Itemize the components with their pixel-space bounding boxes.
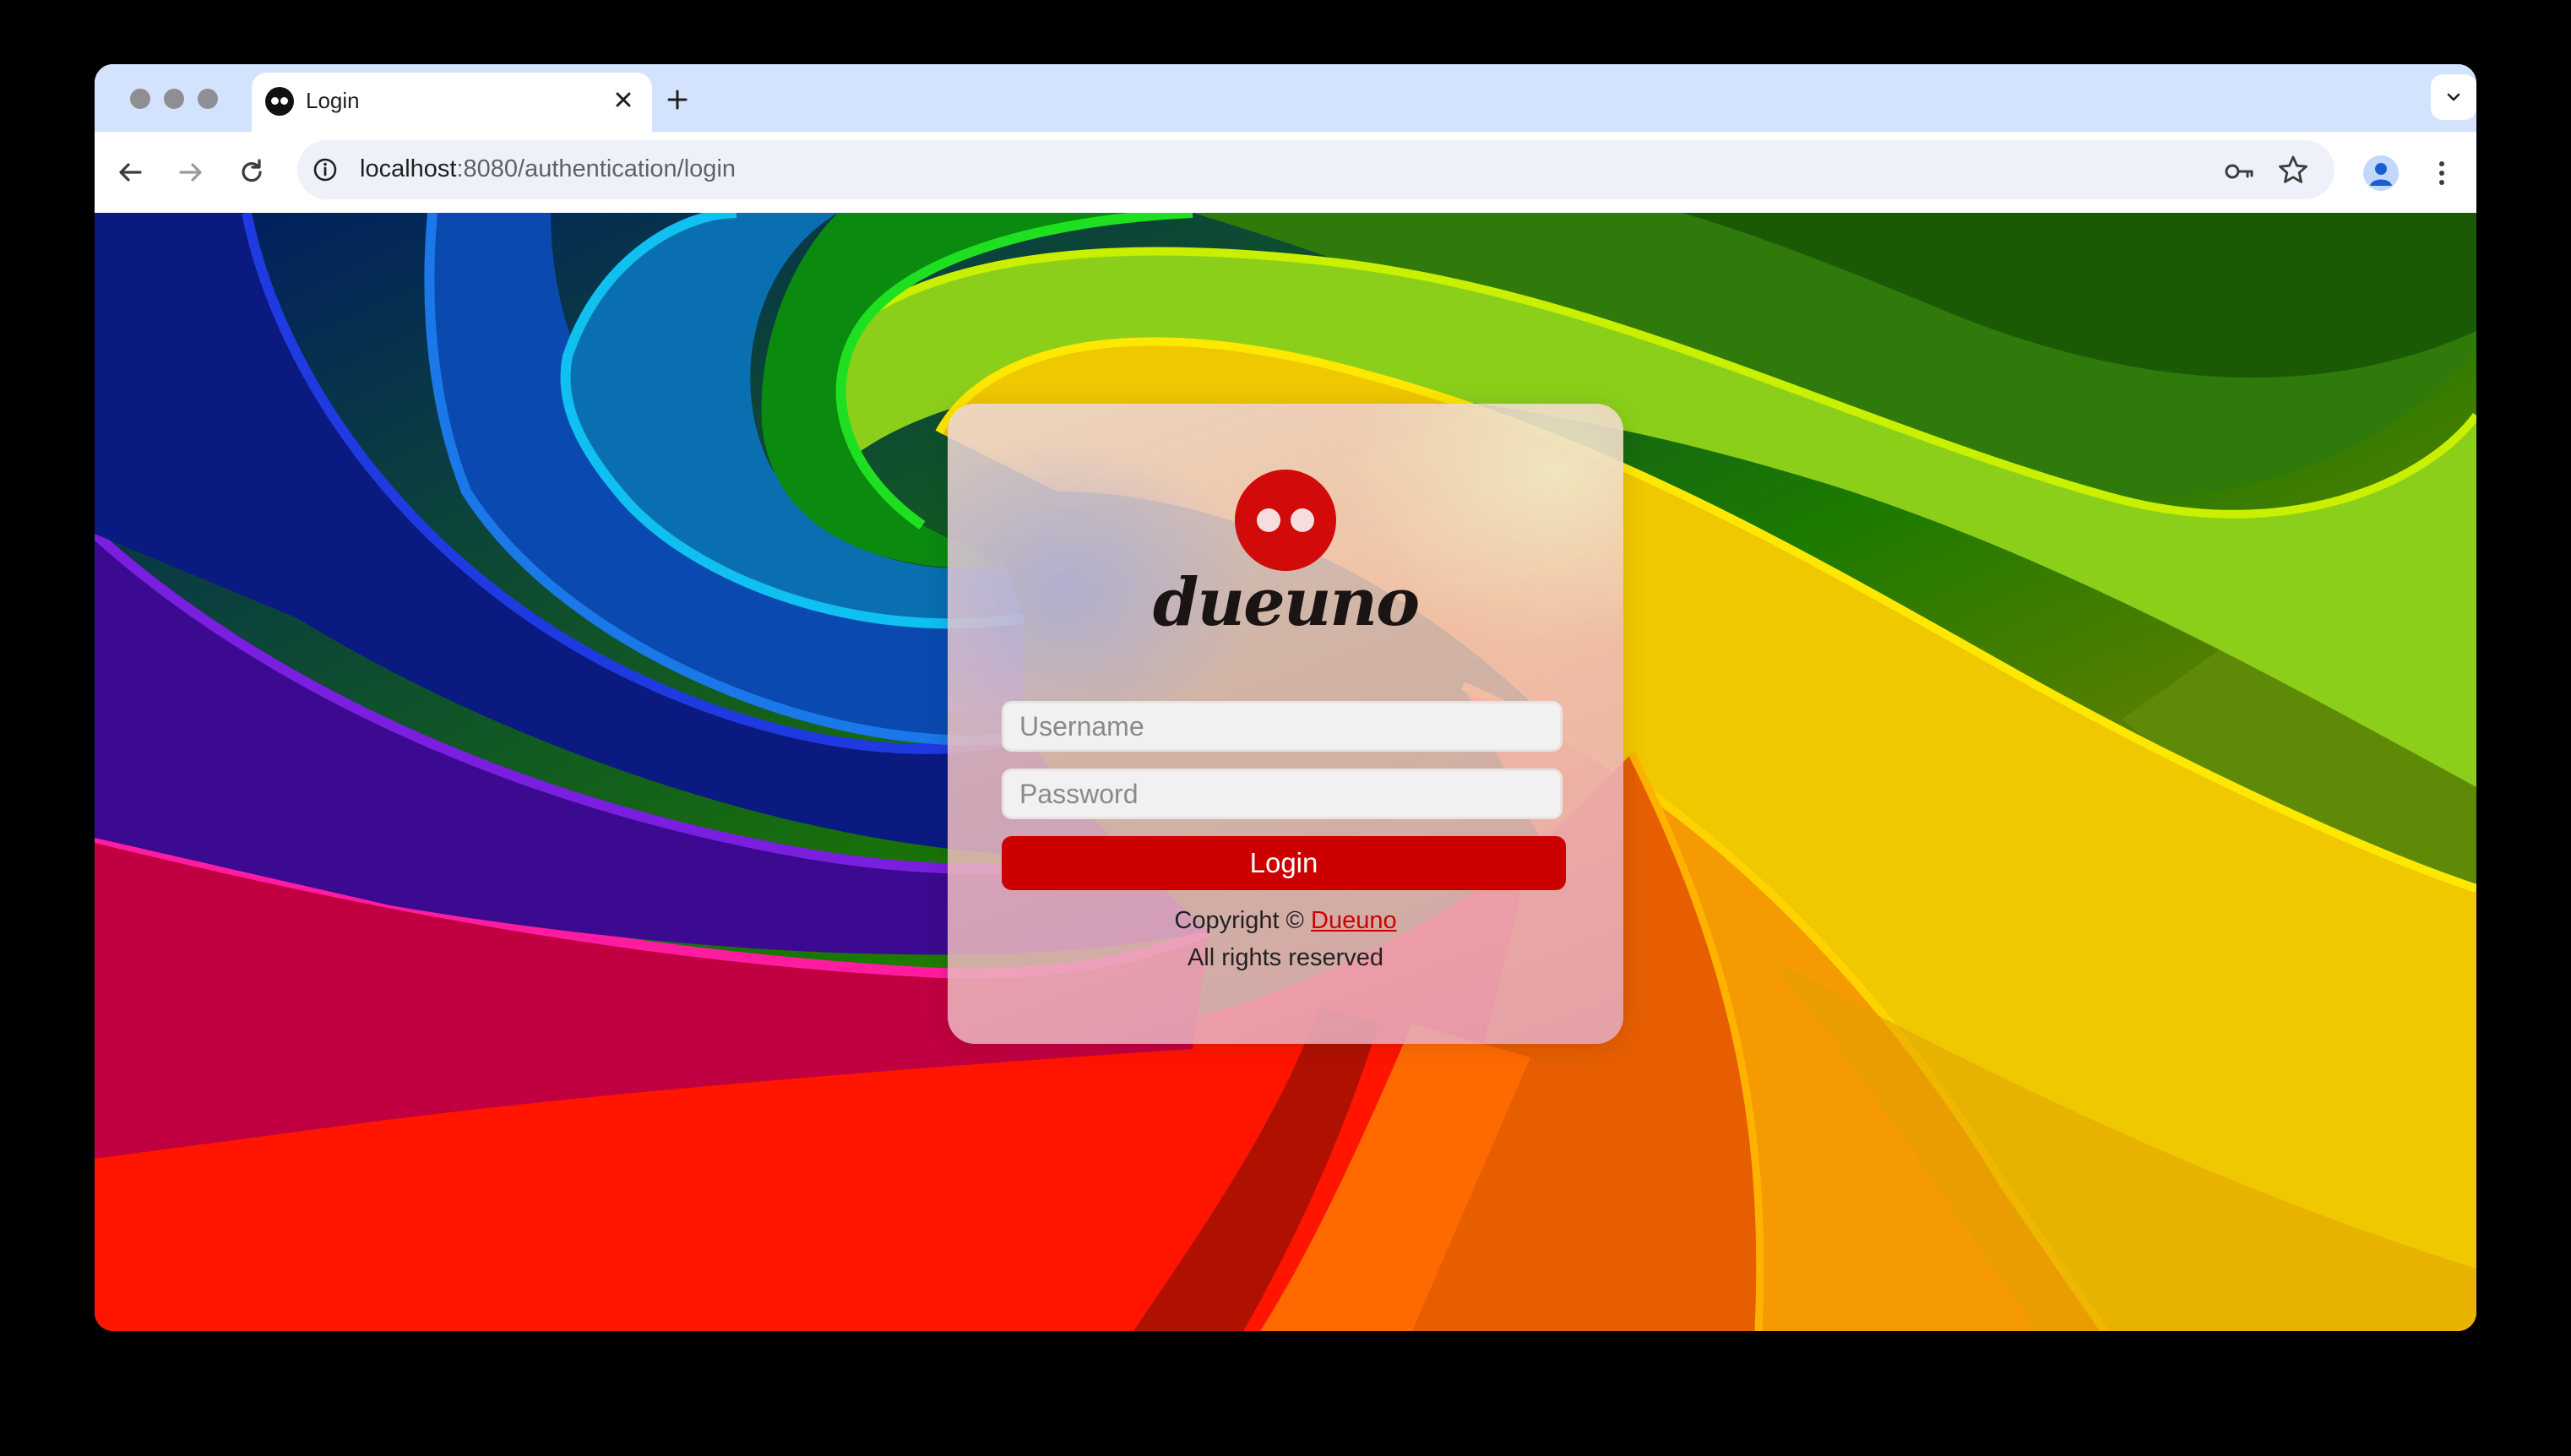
profile-icon[interactable]: [2363, 155, 2399, 191]
copyright-line: Copyright © Dueuno: [948, 902, 1623, 939]
tab-strip: Login: [95, 64, 2476, 132]
dueuno-link[interactable]: Dueuno: [1311, 907, 1397, 934]
brand-wordmark: dueuno: [1152, 564, 1420, 641]
browser-window: Login localhost:8080/authentication/logi: [95, 64, 2476, 1331]
more-menu-icon[interactable]: [2422, 154, 2461, 193]
window-zoom-light[interactable]: [198, 89, 218, 109]
login-button[interactable]: Login: [1002, 836, 1566, 890]
url-text[interactable]: localhost:8080/authentication/login: [360, 155, 736, 183]
forward-arrow-icon[interactable]: [171, 152, 211, 193]
tab-title: Login: [306, 88, 360, 113]
url-path: :8080/authentication/login: [456, 155, 737, 182]
copyright-prefix: Copyright ©: [1174, 907, 1304, 934]
tab-search-chevron-icon[interactable]: [2431, 74, 2476, 120]
reload-icon[interactable]: [231, 152, 272, 193]
tab-login[interactable]: Login: [252, 73, 652, 132]
close-icon[interactable]: [606, 83, 640, 117]
window-minimize-light[interactable]: [164, 89, 184, 109]
address-bar[interactable]: localhost:8080/authentication/login: [297, 140, 2335, 199]
password-key-icon[interactable]: [2220, 152, 2258, 191]
dueuno-logo-icon: [265, 87, 294, 116]
window-close-light[interactable]: [130, 89, 150, 109]
username-field[interactable]: [1002, 701, 1563, 752]
bookmark-star-icon[interactable]: [2274, 150, 2313, 189]
password-field[interactable]: [1002, 769, 1563, 819]
url-host: localhost: [360, 155, 457, 182]
back-arrow-icon[interactable]: [110, 152, 150, 193]
login-card: dueuno Login Copyright © Dueuno All righ…: [948, 404, 1623, 1044]
new-tab-plus-icon[interactable]: [659, 81, 696, 118]
dueuno-logo-icon: [1235, 470, 1336, 571]
browser-toolbar: localhost:8080/authentication/login: [95, 132, 2476, 213]
page-content: dueuno Login Copyright © Dueuno All righ…: [95, 213, 2476, 1331]
copyright-notice: Copyright © Dueuno All rights reserved: [948, 902, 1623, 976]
rights-reserved: All rights reserved: [1187, 944, 1384, 971]
site-info-icon[interactable]: [304, 149, 346, 191]
